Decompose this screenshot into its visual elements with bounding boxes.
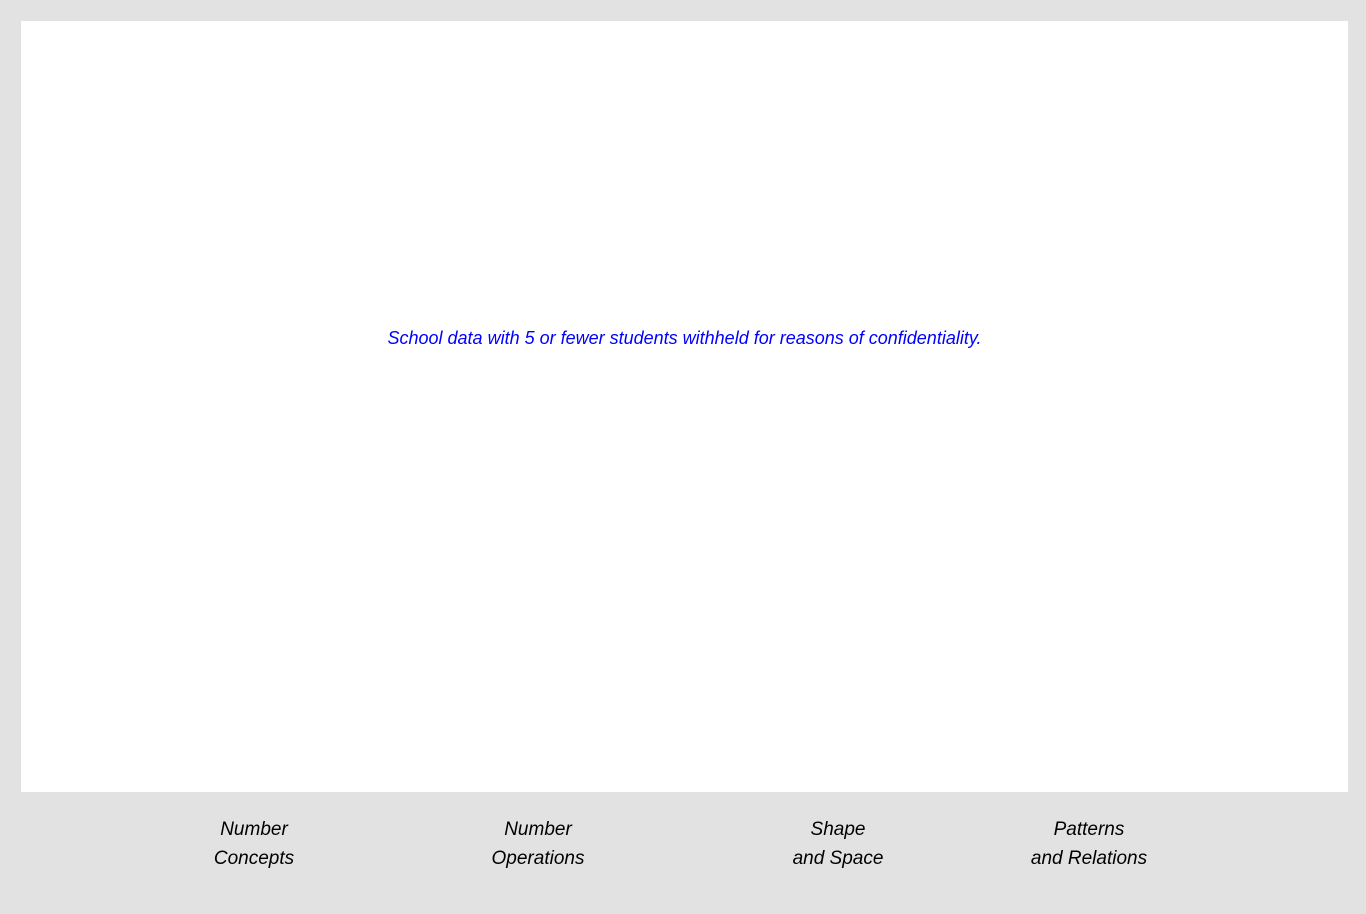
x-tick-label-line: Number bbox=[504, 819, 572, 840]
x-tick-label-line: and Relations bbox=[1030, 848, 1148, 869]
x-tick-label-patterns-and-relations: Patterns and Relations bbox=[979, 815, 1199, 873]
x-tick-label-number-concepts: Number Concepts bbox=[144, 815, 364, 873]
x-tick-label-number-operations: Number Operations bbox=[428, 815, 648, 873]
x-tick-label-line: Operations bbox=[491, 848, 585, 869]
x-tick-label-shape-and-space: Shape and Space bbox=[728, 815, 948, 873]
x-tick-label-line: and Space bbox=[792, 848, 884, 869]
confidentiality-notice: School data with 5 or fewer students wit… bbox=[387, 328, 982, 348]
x-tick-label-line: Patterns bbox=[1053, 819, 1125, 840]
x-tick-label-line: Concepts bbox=[213, 848, 295, 869]
x-tick-label-line: Number bbox=[220, 819, 288, 840]
plot-area: School data with 5 or fewer students wit… bbox=[21, 21, 1348, 792]
chart-frame: School data with 5 or fewer students wit… bbox=[0, 0, 1366, 914]
x-tick-label-line: Shape bbox=[810, 819, 866, 840]
